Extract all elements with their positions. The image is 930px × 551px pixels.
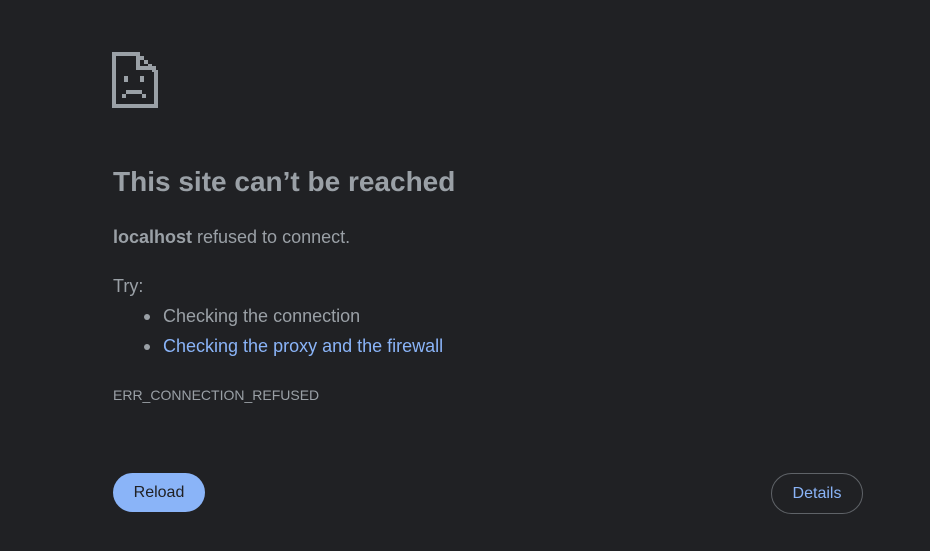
- suggestion-item-proxy-firewall[interactable]: Checking the proxy and the firewall: [143, 334, 443, 364]
- proxy-firewall-link[interactable]: Checking the proxy and the firewall: [163, 336, 443, 356]
- error-code: ERR_CONNECTION_REFUSED: [113, 387, 320, 403]
- suggestion-item-connection: Checking the connection: [143, 304, 443, 334]
- host-name: localhost: [113, 227, 193, 247]
- error-summary: localhost refused to connect.: [113, 227, 350, 248]
- suggestion-list: Checking the connection Checking the pro…: [113, 304, 443, 364]
- reload-button[interactable]: Reload: [113, 473, 205, 512]
- try-label: Try:: [113, 276, 144, 296]
- sad-file-icon: [112, 52, 158, 108]
- error-page: This site can’t be reached localhost ref…: [0, 0, 930, 551]
- details-button[interactable]: Details: [771, 473, 863, 514]
- page-title: This site can’t be reached: [113, 166, 456, 197]
- error-summary-text: refused to connect.: [192, 227, 351, 247]
